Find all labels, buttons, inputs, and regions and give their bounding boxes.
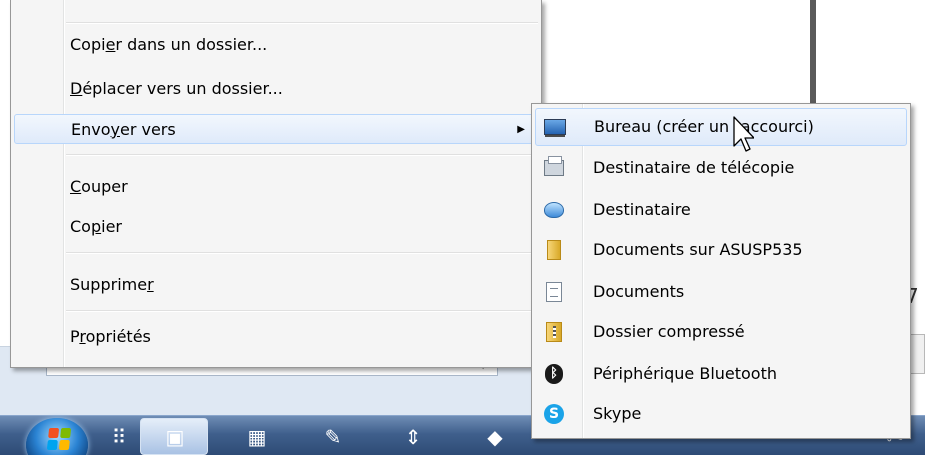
- taskbar-explorer-icon[interactable]: ▣: [160, 422, 190, 452]
- taskbar-grid-icon[interactable]: ⠿: [104, 422, 134, 452]
- menu-item-delete[interactable]: Supprimer: [14, 270, 538, 300]
- menu-item-send-to[interactable]: Envoyer vers ▶: [14, 114, 538, 144]
- send-to-mail-recipient[interactable]: Destinataire: [535, 192, 907, 230]
- menu-item-properties[interactable]: Propriétés: [14, 322, 538, 352]
- network-folder-icon: [543, 240, 565, 260]
- submenu-item-label: Documents sur ASUSP535: [593, 240, 803, 259]
- submenu-item-label: Destinataire de télécopie: [593, 158, 795, 177]
- menu-item-label: Couper: [70, 177, 128, 196]
- menu-item-label: Supprimer: [70, 275, 154, 294]
- send-to-network-documents[interactable]: Documents sur ASUSP535: [535, 232, 907, 270]
- send-to-zip-folder[interactable]: Dossier compressé: [535, 314, 907, 352]
- flag-quadrant: [60, 428, 72, 438]
- flag-quadrant: [58, 440, 70, 450]
- menu-separator: [66, 310, 538, 312]
- menu-item-cut[interactable]: Couper: [14, 172, 538, 202]
- send-to-submenu: Bureau (créer un raccourci) Destinataire…: [531, 103, 911, 439]
- send-to-skype[interactable]: S Skype: [535, 396, 907, 434]
- desktop-icon: [544, 117, 566, 137]
- submenu-item-label: Destinataire: [593, 200, 691, 219]
- menu-item-label: Copier: [70, 217, 122, 236]
- mouse-cursor-icon: [733, 116, 754, 152]
- taskbar-app-icon[interactable]: ◆: [480, 422, 510, 452]
- windows-flag-icon: [46, 428, 72, 450]
- menu-separator: [66, 154, 538, 156]
- submenu-item-label: Dossier compressé: [593, 322, 745, 341]
- submenu-item-label: Bureau (créer un raccourci): [594, 117, 814, 136]
- mail-recipient-icon: [543, 200, 565, 220]
- submenu-item-label: Périphérique Bluetooth: [593, 364, 778, 383]
- skype-icon: S: [543, 404, 565, 424]
- flag-quadrant: [46, 440, 58, 450]
- menu-separator: [66, 252, 538, 254]
- flag-quadrant: [48, 428, 60, 438]
- taskbar-network-icon[interactable]: ⇕: [398, 422, 428, 452]
- menu-item-move-to-folder[interactable]: Déplacer vers un dossier...: [14, 74, 538, 104]
- menu-item-label: Copier dans un dossier...: [70, 35, 268, 54]
- menu-item-label: Propriétés: [70, 327, 151, 346]
- send-to-desktop[interactable]: Bureau (créer un raccourci): [535, 108, 907, 146]
- bluetooth-icon: ᛒ: [543, 364, 565, 384]
- submenu-item-label: Documents: [593, 282, 685, 301]
- menu-item-label: Envoyer vers: [71, 120, 176, 139]
- menu-item-copy-to-folder[interactable]: Copier dans un dossier...: [14, 30, 538, 60]
- send-to-documents[interactable]: Documents: [535, 274, 907, 312]
- context-menu: Copier dans un dossier... Déplacer vers …: [10, 0, 542, 368]
- send-to-bluetooth[interactable]: ᛒ Périphérique Bluetooth: [535, 356, 907, 394]
- send-to-fax-recipient[interactable]: Destinataire de télécopie: [535, 150, 907, 188]
- taskbar-paint-icon[interactable]: ✎: [318, 422, 348, 452]
- menu-item-copy[interactable]: Copier: [14, 212, 538, 242]
- fax-icon: [543, 156, 565, 178]
- submenu-item-label: Skype: [593, 404, 642, 423]
- zip-folder-icon: [543, 322, 565, 342]
- documents-icon: [543, 282, 565, 302]
- menu-item-label: Déplacer vers un dossier...: [70, 79, 283, 98]
- menu-separator: [66, 22, 538, 24]
- taskbar-calculator-icon[interactable]: ▦: [242, 422, 272, 452]
- submenu-arrow-icon: ▶: [517, 124, 525, 135]
